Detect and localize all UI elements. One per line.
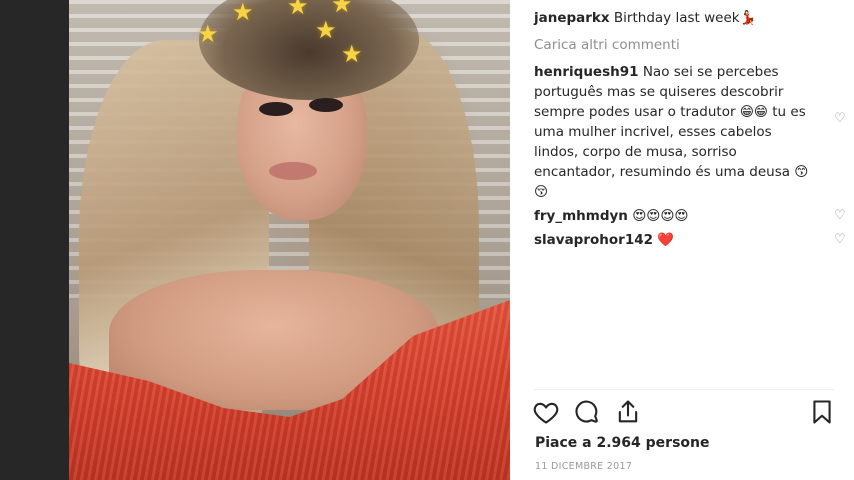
share-icon[interactable] <box>614 398 642 428</box>
star-sticker-icon: ★ <box>232 0 254 26</box>
comments-section: janeparkx Birthday last week💃🏻 Carica al… <box>534 8 846 252</box>
post-actions-bar <box>532 398 834 432</box>
speech-bubble-icon[interactable] <box>573 398 601 428</box>
likes-count[interactable]: Piace a 2.964 persone <box>535 434 710 452</box>
heart-outline-icon[interactable] <box>532 398 560 428</box>
load-more-comments-link[interactable]: Carica altri commenti <box>534 36 834 54</box>
comment-item: slavaprohor142 ❤️ ♡ <box>534 230 846 250</box>
left-backdrop <box>0 0 69 480</box>
star-sticker-icon: ★ <box>331 0 353 18</box>
heart-small-icon[interactable]: ♡ <box>834 112 848 126</box>
post-detail-panel: janeparkx Birthday last week💃🏻 Carica al… <box>510 0 854 480</box>
right-eye <box>309 98 343 112</box>
comment-text: ❤️ <box>657 232 675 248</box>
actions-divider <box>534 389 834 390</box>
lips <box>269 162 317 180</box>
comment-username[interactable]: fry_mhmdyn <box>534 208 628 224</box>
comment-item: fry_mhmdyn 😍😍😍😍 ♡ <box>534 206 846 226</box>
star-sticker-icon: ★ <box>197 20 219 48</box>
comment-username[interactable]: slavaprohor142 <box>534 232 653 248</box>
author-username[interactable]: janeparkx <box>534 10 610 26</box>
star-sticker-icon: ★ <box>287 0 309 20</box>
star-sticker-icon: ★ <box>315 16 337 44</box>
bookmark-icon[interactable] <box>808 398 836 428</box>
post-photo[interactable]: ★ ★ ★ ★ ★ ★ <box>69 0 510 480</box>
caption-text: Birthday last week💃🏻 <box>613 10 757 26</box>
comment-text: Nao sei se percebes português mas se qui… <box>534 64 809 200</box>
heart-small-icon[interactable]: ♡ <box>834 209 848 223</box>
star-sticker-icon: ★ <box>341 40 363 68</box>
heart-small-icon[interactable]: ♡ <box>834 233 848 247</box>
left-eye <box>259 102 293 116</box>
comment-text: 😍😍😍😍 <box>632 208 689 224</box>
post-date[interactable]: 11 DICEMBRE 2017 <box>535 461 632 473</box>
comment-item: henriquesh91 Nao sei se percebes portugu… <box>534 62 846 202</box>
post-caption: janeparkx Birthday last week💃🏻 <box>534 8 834 28</box>
comment-username[interactable]: henriquesh91 <box>534 64 639 80</box>
